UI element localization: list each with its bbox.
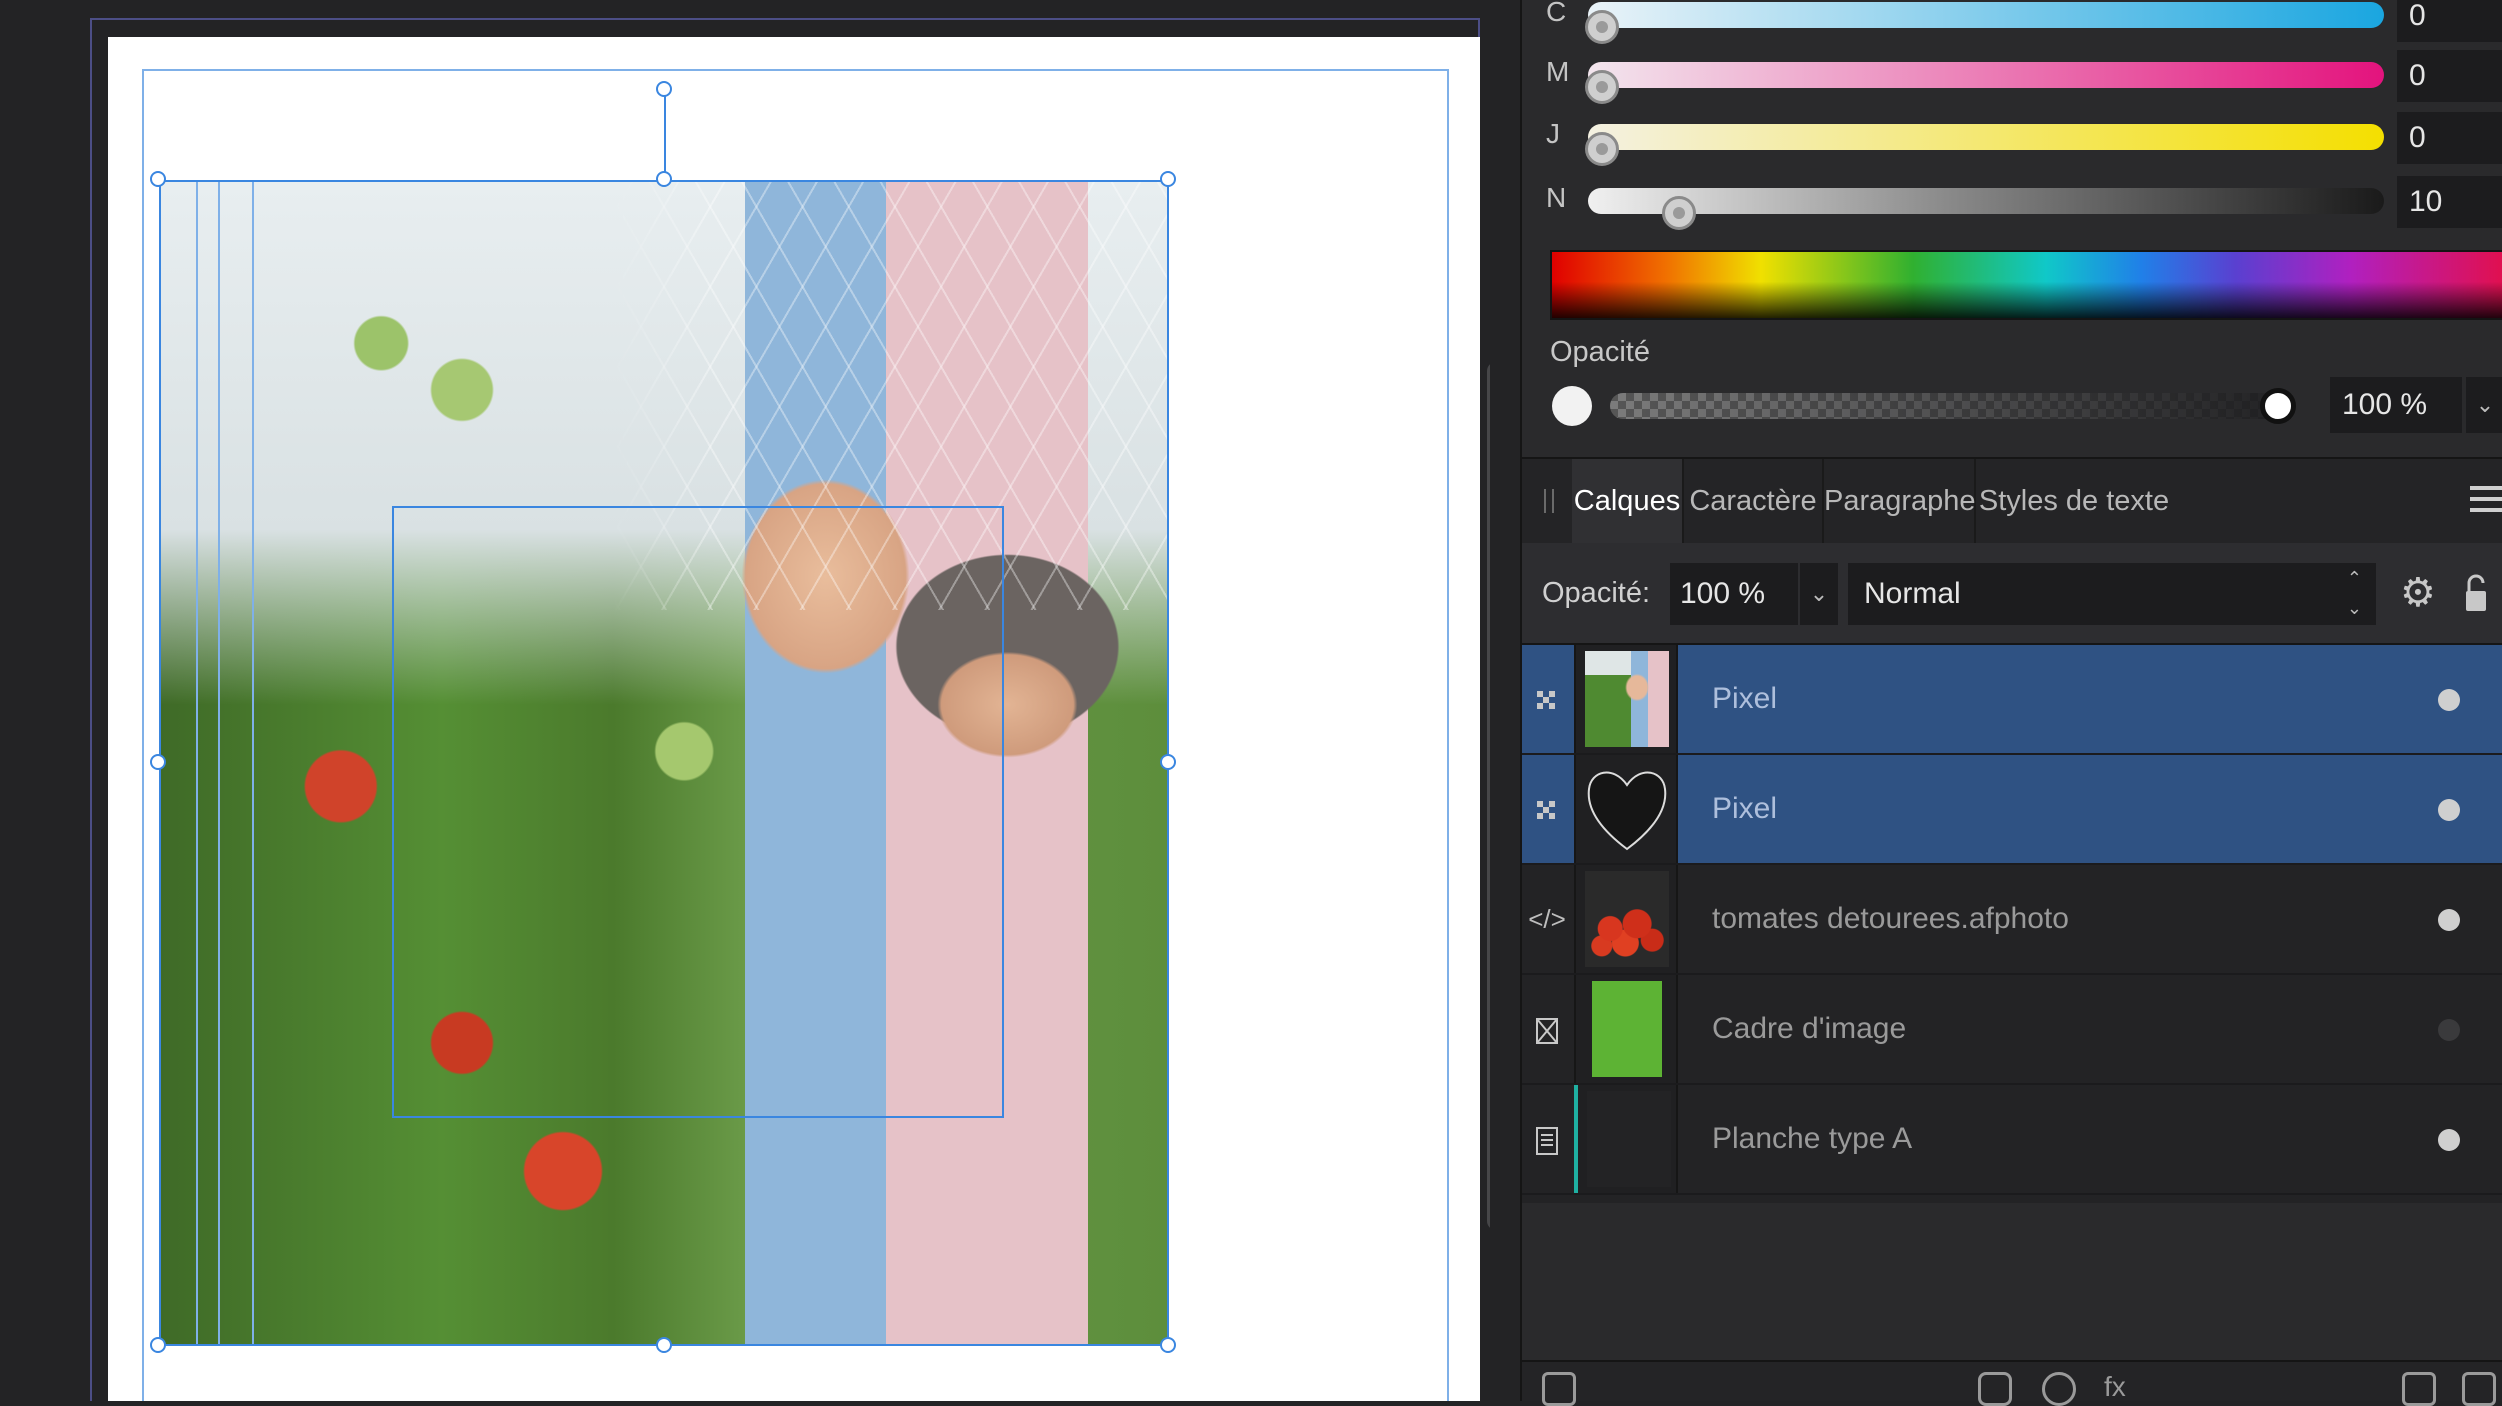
black-slider-knob[interactable]	[1661, 196, 1696, 230]
green-frame-thumbnail	[1592, 981, 1662, 1077]
tomatoes-thumbnail	[1585, 871, 1669, 967]
layer-name: Cadre d'image	[1712, 1012, 1907, 1045]
chevron-down-icon[interactable]: ⌄	[2466, 377, 2502, 433]
magenta-slider-track[interactable]	[1585, 62, 2384, 104]
blend-mode-select[interactable]: Normal ⌃ ⌄	[1848, 563, 2376, 625]
color-opacity-slider[interactable]	[1610, 393, 2290, 419]
tab-caractere[interactable]: Caractère	[1684, 459, 1824, 543]
resize-handle-top[interactable]	[656, 171, 672, 187]
lock-icon[interactable]	[2464, 573, 2488, 613]
pixel-icon	[1522, 755, 1572, 863]
heart-shape-bounds[interactable]	[392, 506, 1004, 1118]
tab-calques[interactable]: Calques	[1572, 459, 1684, 543]
canvas-vertical-scrollbar[interactable]	[1487, 362, 1490, 1230]
color-opacity-label: Opacité	[1550, 336, 1650, 368]
color-opacity-knob[interactable]	[2260, 388, 2296, 424]
layer-options-bar: Opacité: 100 % ⌄ Normal ⌃ ⌄ ⚙	[1522, 543, 2502, 643]
visibility-toggle[interactable]	[2438, 1129, 2460, 1151]
resize-handle-bottom-right[interactable]	[1160, 1337, 1176, 1353]
layer-thumbnail	[1574, 865, 1678, 973]
yellow-slider-row: J 0	[1522, 112, 2502, 166]
panel-grip-icon[interactable]	[1544, 489, 1554, 513]
layer-name: Planche type A	[1712, 1122, 1913, 1155]
document-canvas[interactable]	[0, 0, 1490, 1401]
gear-icon[interactable]: ⚙	[2400, 573, 2436, 613]
layer-name: Pixel	[1712, 682, 1778, 715]
magenta-value-field[interactable]: 0	[2397, 50, 2502, 102]
layer-thumbnail	[1574, 1085, 1678, 1193]
picture-frame-icon	[1522, 975, 1572, 1083]
tab-styles-de-texte[interactable]: Styles de texte	[1976, 459, 2172, 543]
resize-handle-bottom[interactable]	[656, 1337, 672, 1353]
layer-name: Pixel	[1712, 792, 1778, 825]
cyan-slider-knob[interactable]	[1585, 10, 1619, 44]
magenta-label: M	[1546, 56, 1570, 87]
tab-paragraphe[interactable]: Paragraphe	[1824, 459, 1976, 543]
hamburger-menu-icon[interactable]	[2470, 486, 2502, 514]
magenta-slider-row: M 0	[1522, 50, 2502, 104]
master-page-icon	[1522, 1085, 1572, 1193]
cyan-slider-row: C 0	[1522, 0, 2502, 44]
resize-handle-left[interactable]	[150, 754, 166, 770]
yellow-label: J	[1546, 118, 1560, 149]
heart-shape-thumbnail	[1587, 771, 1667, 851]
visibility-toggle[interactable]	[2438, 799, 2460, 821]
color-opacity-field[interactable]: 100 %	[2330, 377, 2462, 433]
rotation-handle-line	[664, 90, 666, 180]
black-slider-row: N 10	[1522, 176, 2502, 230]
magenta-slider-knob[interactable]	[1585, 70, 1619, 104]
layer-row[interactable]: Pixel	[1522, 755, 2502, 865]
blank-master-thumbnail	[1587, 1091, 1671, 1187]
color-spectrum[interactable]	[1550, 250, 2502, 320]
rotation-handle[interactable]	[656, 81, 672, 97]
layer-thumbnail	[1574, 975, 1678, 1083]
layers-bottom-toolbar: fx	[1522, 1360, 2502, 1406]
layers-list: Pixel Pixel </> tomates detourees.afphot…	[1522, 643, 2502, 1203]
cyan-label: C	[1546, 0, 1567, 27]
yellow-slider-knob[interactable]	[1585, 132, 1619, 166]
layer-row[interactable]: </> tomates detourees.afphoto	[1522, 865, 2502, 975]
resize-handle-top-right[interactable]	[1160, 171, 1176, 187]
black-slider-track[interactable]	[1588, 188, 2384, 230]
couple-photo-thumbnail	[1585, 651, 1669, 747]
pixel-icon	[1522, 645, 1572, 753]
panel-tabs: Calques Caractère Paragraphe Styles de t…	[1522, 457, 2502, 543]
studio-panel: C 0 M 0 J 0 N 10 Opacité 100 % ⌄ Calques…	[1520, 0, 2502, 1406]
chevron-down-icon[interactable]: ⌄	[1800, 563, 1838, 625]
resize-handle-bottom-left[interactable]	[150, 1337, 166, 1353]
layer-row[interactable]: Planche type A	[1522, 1085, 2502, 1195]
layer-thumbnail	[1574, 645, 1678, 753]
cyan-slider-track[interactable]	[1585, 2, 2384, 44]
resize-handle-top-left[interactable]	[150, 171, 166, 187]
yellow-value-field[interactable]: 0	[2397, 112, 2502, 164]
cyan-value-field[interactable]: 0	[2397, 0, 2502, 42]
layer-opacity-field[interactable]: 100 %	[1670, 563, 1798, 625]
current-color-swatch[interactable]	[1552, 386, 1592, 426]
blend-mode-value: Normal	[1864, 577, 1961, 610]
updown-chevron-icon: ⌃ ⌄	[2346, 568, 2362, 618]
layer-row[interactable]: Cadre d'image	[1522, 975, 2502, 1085]
resize-handle-right[interactable]	[1160, 754, 1176, 770]
color-panel: C 0 M 0 J 0 N 10 Opacité 100 % ⌄	[1522, 0, 2502, 455]
yellow-slider-track[interactable]	[1585, 124, 2384, 166]
layer-name: tomates detourees.afphoto	[1712, 902, 2069, 935]
visibility-toggle[interactable]	[2438, 909, 2460, 931]
black-value-field[interactable]: 10	[2397, 176, 2502, 228]
layer-row[interactable]: Pixel	[1522, 645, 2502, 755]
visibility-toggle[interactable]	[2438, 689, 2460, 711]
layer-thumbnail	[1574, 755, 1678, 863]
layer-opacity-label: Opacité:	[1542, 577, 1650, 609]
embedded-document-icon: </>	[1528, 904, 1566, 934]
black-label: N	[1546, 182, 1567, 213]
visibility-toggle[interactable]	[2438, 1019, 2460, 1041]
